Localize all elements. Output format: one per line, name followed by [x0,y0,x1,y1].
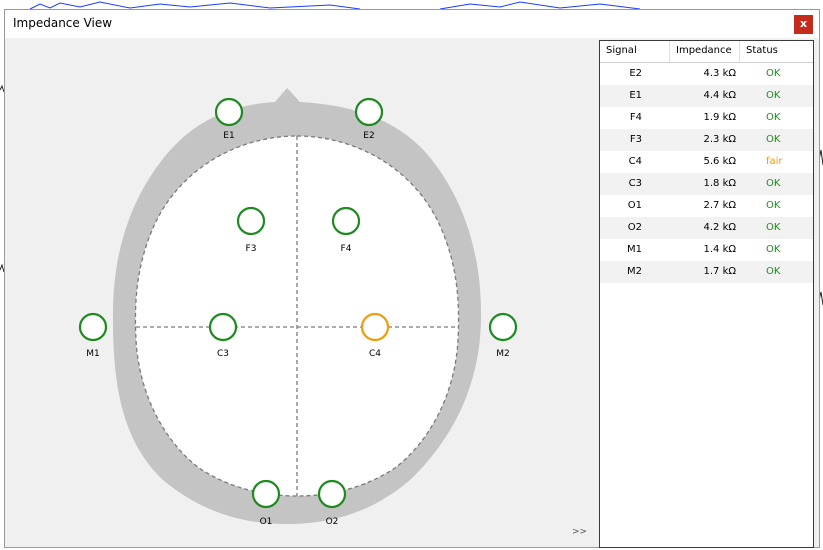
electrode-label: F3 [246,244,257,254]
impedance-cell: 1.4 kΩ [703,244,736,255]
electrode-label: C4 [369,349,381,359]
status-cell: OK [766,90,781,101]
electrode-label: O1 [260,517,273,527]
signal-cell: E2 [629,68,642,79]
electrode-label: M2 [496,349,510,359]
status-cell: OK [766,222,781,233]
electrode-label: E1 [223,131,234,141]
signal-cell: E1 [629,90,642,101]
signal-cell: M2 [627,266,642,277]
table-row[interactable]: E2 4.3 kΩ OK [600,63,813,85]
impedance-cell: 4.3 kΩ [703,68,736,79]
table-row[interactable]: M2 1.7 kΩ OK [600,261,813,283]
electrode-circle[interactable] [360,312,390,342]
impedance-cell: 1.9 kΩ [703,112,736,123]
signal-cell: F4 [629,112,642,123]
signal-cell: O1 [627,200,642,211]
status-cell: OK [766,112,781,123]
column-header-signal[interactable]: Signal [600,41,670,62]
impedance-cell: 1.8 kΩ [703,178,736,189]
signal-cell: F3 [629,134,642,145]
head-inner [134,135,460,497]
electrode-label: M1 [86,349,100,359]
table-row[interactable]: M1 1.4 kΩ OK [600,239,813,261]
electrode-m2[interactable]: M2 [488,312,518,359]
impedance-table: Signal Impedance Status E2 4.3 kΩ OK E1 … [599,40,814,548]
status-cell: OK [766,200,781,211]
status-cell: OK [766,244,781,255]
electrode-circle[interactable] [354,97,384,127]
table-header: Signal Impedance Status [600,41,813,63]
status-cell: OK [766,266,781,277]
table-row[interactable]: C3 1.8 kΩ OK [600,173,813,195]
signal-cell: C3 [628,178,642,189]
table-row[interactable]: F3 2.3 kΩ OK [600,129,813,151]
electrode-circle[interactable] [317,479,347,509]
impedance-cell: 1.7 kΩ [703,266,736,277]
signal-cell: M1 [627,244,642,255]
electrode-m1[interactable]: M1 [78,312,108,359]
impedance-cell: 2.7 kΩ [703,200,736,211]
status-cell: fair [766,156,783,167]
electrode-label: C3 [217,349,229,359]
electrode-label: E2 [363,131,374,141]
table-row[interactable]: E1 4.4 kΩ OK [600,85,813,107]
signal-cell: O2 [627,222,642,233]
signal-cell: C4 [628,156,642,167]
table-row[interactable]: F4 1.9 kΩ OK [600,107,813,129]
electrode-circle[interactable] [488,312,518,342]
electrode-circle[interactable] [331,206,361,236]
table-row[interactable]: C4 5.6 kΩ fair [600,151,813,173]
status-cell: OK [766,68,781,79]
electrode-circle[interactable] [214,97,244,127]
impedance-cell: 5.6 kΩ [703,156,736,167]
status-cell: OK [766,178,781,189]
electrode-circle[interactable] [208,312,238,342]
impedance-cell: 4.4 kΩ [703,90,736,101]
column-header-impedance[interactable]: Impedance [670,41,740,62]
electrode-circle[interactable] [251,479,281,509]
table-row[interactable]: O1 2.7 kΩ OK [600,195,813,217]
electrode-circle[interactable] [236,206,266,236]
head-map: E1 E2 F3 F4 M1 C3 C4 M2 O1 O2 [78,88,518,527]
expand-panel-button[interactable]: >> [572,527,587,537]
electrode-circle[interactable] [78,312,108,342]
status-cell: OK [766,134,781,145]
electrode-label: F4 [341,244,352,254]
impedance-cell: 4.2 kΩ [703,222,736,233]
close-button[interactable]: x [794,15,813,34]
table-row[interactable]: O2 4.2 kΩ OK [600,217,813,239]
electrode-label: O2 [326,517,339,527]
impedance-view-window: Impedance View x E1 E2 F3 F4 M1 C3 C4 M2… [4,9,820,548]
impedance-cell: 2.3 kΩ [703,134,736,145]
column-header-status[interactable]: Status [740,41,813,62]
